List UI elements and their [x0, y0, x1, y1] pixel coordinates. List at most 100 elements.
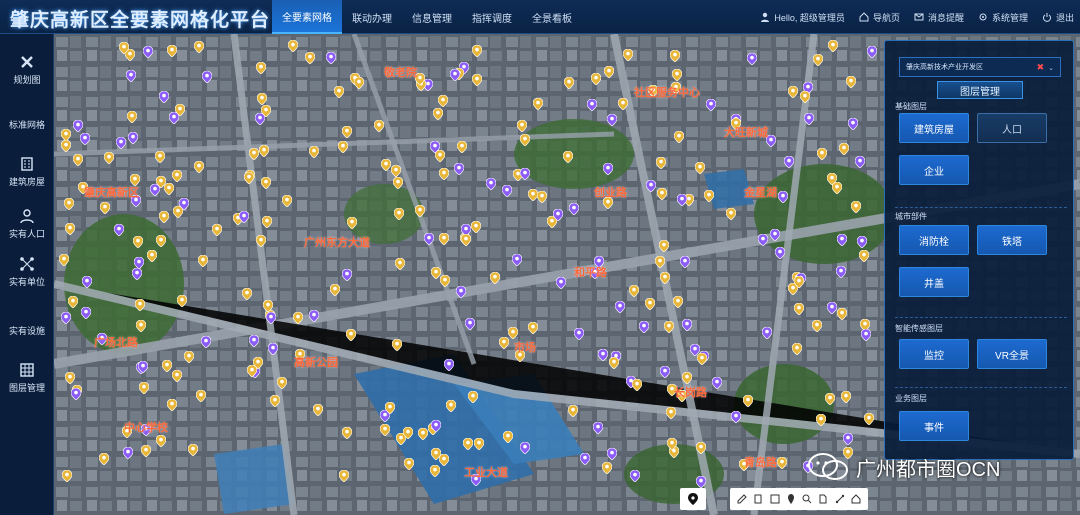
poi-purple-marker[interactable] [706, 99, 716, 111]
poi-yellow-marker[interactable] [177, 295, 187, 307]
poi-yellow-marker[interactable] [293, 312, 303, 324]
poi-purple-marker[interactable] [268, 343, 278, 355]
poi-yellow-marker[interactable] [816, 414, 826, 426]
poi-yellow-marker[interactable] [338, 141, 348, 153]
poi-yellow-marker[interactable] [564, 77, 574, 89]
poi-yellow-marker[interactable] [655, 256, 665, 268]
poi-yellow-marker[interactable] [788, 86, 798, 98]
poi-purple-marker[interactable] [712, 377, 722, 389]
tab-command[interactable]: 指挥调度 [462, 0, 522, 34]
poi-purple-marker[interactable] [804, 113, 814, 125]
layer-button-tower[interactable]: 铁塔 [977, 225, 1047, 255]
poi-yellow-marker[interactable] [446, 400, 456, 412]
poi-yellow-marker[interactable] [135, 299, 145, 311]
layer-button-population[interactable]: 人口 [977, 113, 1047, 143]
home-tool[interactable] [850, 493, 862, 505]
poi-yellow-marker[interactable] [520, 134, 530, 146]
poi-yellow-marker[interactable] [395, 258, 405, 270]
poi-yellow-marker[interactable] [817, 148, 827, 160]
poi-yellow-marker[interactable] [537, 191, 547, 203]
sidebar-item-layers[interactable]: 图层管理 [0, 354, 54, 402]
poi-yellow-marker[interactable] [792, 343, 802, 355]
poi-yellow-marker[interactable] [461, 234, 471, 246]
poi-yellow-marker[interactable] [141, 445, 151, 457]
poi-purple-marker[interactable] [680, 256, 690, 268]
poi-yellow-marker[interactable] [196, 390, 206, 402]
marker-tool[interactable] [785, 493, 797, 505]
poi-purple-marker[interactable] [603, 163, 613, 175]
poi-yellow-marker[interactable] [59, 254, 69, 266]
poi-yellow-marker[interactable] [632, 379, 642, 391]
poi-yellow-marker[interactable] [136, 320, 146, 332]
poi-purple-marker[interactable] [266, 312, 276, 324]
poi-purple-marker[interactable] [615, 301, 625, 313]
poi-yellow-marker[interactable] [490, 272, 500, 284]
poi-yellow-marker[interactable] [119, 42, 129, 54]
poi-purple-marker[interactable] [630, 470, 640, 482]
layer-button-hydrant[interactable]: 消防栓 [899, 225, 969, 255]
poi-purple-marker[interactable] [123, 447, 133, 459]
poi-purple-marker[interactable] [731, 411, 741, 423]
poi-yellow-marker[interactable] [623, 49, 633, 61]
poi-yellow-marker[interactable] [463, 438, 473, 450]
poi-yellow-marker[interactable] [618, 98, 628, 110]
poi-purple-marker[interactable] [660, 366, 670, 378]
poi-purple-marker[interactable] [502, 185, 512, 197]
poi-yellow-marker[interactable] [591, 73, 601, 85]
poi-purple-marker[interactable] [143, 46, 153, 58]
locate-button[interactable] [680, 488, 706, 510]
poi-yellow-marker[interactable] [253, 357, 263, 369]
poi-yellow-marker[interactable] [499, 337, 509, 349]
poi-purple-marker[interactable] [861, 329, 871, 341]
poi-yellow-marker[interactable] [859, 250, 869, 262]
poi-yellow-marker[interactable] [261, 105, 271, 117]
poi-purple-marker[interactable] [116, 137, 126, 149]
poi-yellow-marker[interactable] [346, 329, 356, 341]
poi-yellow-marker[interactable] [666, 407, 676, 419]
poi-yellow-marker[interactable] [309, 146, 319, 158]
poi-yellow-marker[interactable] [726, 208, 736, 220]
poi-yellow-marker[interactable] [828, 40, 838, 52]
poi-yellow-marker[interactable] [374, 120, 384, 132]
poi-purple-marker[interactable] [486, 178, 496, 190]
poi-yellow-marker[interactable] [381, 159, 391, 171]
poi-yellow-marker[interactable] [704, 190, 714, 202]
poi-yellow-marker[interactable] [99, 453, 109, 465]
poi-yellow-marker[interactable] [127, 111, 137, 123]
poi-purple-marker[interactable] [114, 224, 124, 236]
poi-purple-marker[interactable] [770, 229, 780, 241]
poi-purple-marker[interactable] [646, 180, 656, 192]
poi-purple-marker[interactable] [556, 277, 566, 289]
poi-yellow-marker[interactable] [259, 145, 269, 157]
tab-grid[interactable]: 全要素网格 [272, 0, 342, 34]
poi-yellow-marker[interactable] [837, 308, 847, 320]
file-tool[interactable] [817, 493, 829, 505]
poi-yellow-marker[interactable] [263, 300, 273, 312]
poi-yellow-marker[interactable] [812, 320, 822, 332]
poi-yellow-marker[interactable] [175, 104, 185, 116]
poi-yellow-marker[interactable] [194, 41, 204, 53]
poi-yellow-marker[interactable] [839, 143, 849, 155]
poi-yellow-marker[interactable] [503, 431, 513, 443]
poi-yellow-marker[interactable] [167, 45, 177, 57]
poi-purple-marker[interactable] [867, 46, 877, 58]
poi-purple-marker[interactable] [574, 328, 584, 340]
sidebar-item-grid[interactable]: 标准网格 [0, 100, 54, 148]
poi-yellow-marker[interactable] [104, 152, 114, 164]
poi-yellow-marker[interactable] [167, 399, 177, 411]
poi-yellow-marker[interactable] [794, 303, 804, 315]
poi-purple-marker[interactable] [569, 203, 579, 215]
poi-yellow-marker[interactable] [508, 327, 518, 339]
poi-purple-marker[interactable] [342, 269, 352, 281]
logout-link[interactable]: 退出 [1042, 11, 1074, 24]
poi-purple-marker[interactable] [134, 257, 144, 269]
poi-yellow-marker[interactable] [339, 470, 349, 482]
poi-yellow-marker[interactable] [262, 216, 272, 228]
poi-yellow-marker[interactable] [674, 131, 684, 143]
building-tool[interactable] [752, 493, 764, 505]
poi-yellow-marker[interactable] [472, 74, 482, 86]
poi-yellow-marker[interactable] [695, 162, 705, 174]
poi-purple-marker[interactable] [454, 163, 464, 175]
poi-yellow-marker[interactable] [533, 98, 543, 110]
layer-button-vr[interactable]: VR全景 [977, 339, 1047, 369]
